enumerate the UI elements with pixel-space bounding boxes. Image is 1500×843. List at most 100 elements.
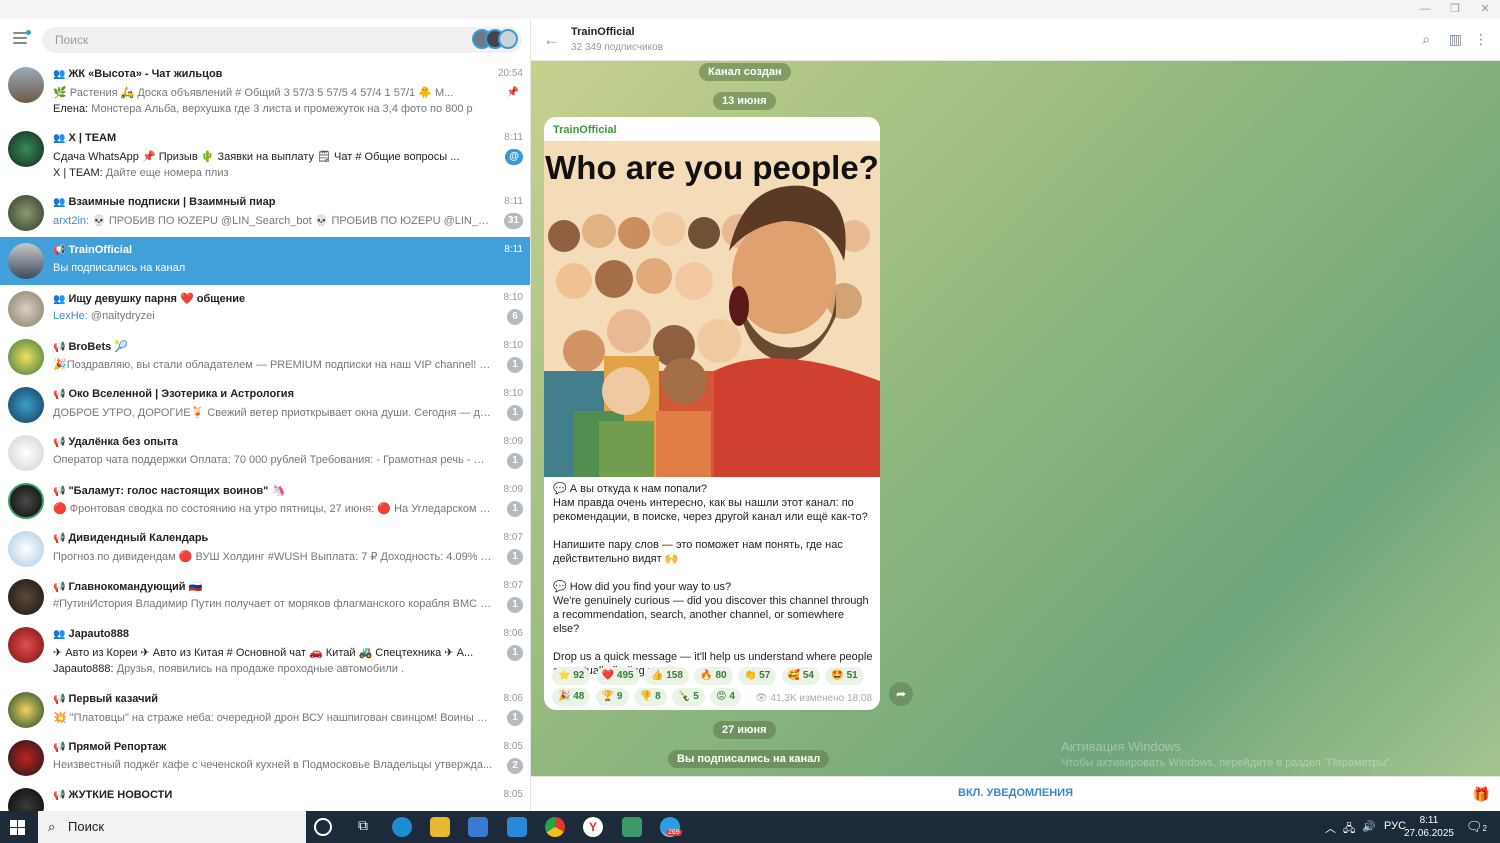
cortana-icon[interactable]: [314, 818, 332, 836]
yandex-browser-icon[interactable]: Y: [583, 817, 603, 837]
telegram-unread-badge: 269: [666, 829, 682, 836]
chat-name: 📢 Главнокомандующий 🇷🇺: [53, 581, 203, 593]
unread-badge: 1: [507, 597, 523, 613]
store-icon[interactable]: [468, 817, 488, 837]
unread-badge: 1: [507, 357, 523, 373]
channel-panel: ← TrainOfficial 32 349 подписчиков ⌕ ▥ ⋮…: [531, 19, 1500, 811]
notifications-icon[interactable]: 🗨2: [1466, 819, 1487, 835]
more-options-icon[interactable]: ⋮: [1474, 31, 1488, 48]
chat-list-topbar: Поиск: [0, 19, 530, 61]
reaction-chip[interactable]: 👏 57: [737, 667, 777, 685]
reaction-chip[interactable]: 🤩 51: [825, 667, 864, 685]
chat-preview: arxt2in: 💀 ПРОБИВ ПО ЮZEPU @LIN_Search_b…: [53, 215, 493, 227]
sidebar-toggle-icon[interactable]: ▥: [1449, 31, 1462, 48]
eye-icon: 👁: [755, 693, 768, 704]
network-icon[interactable]: 🖧: [1343, 820, 1355, 839]
reaction-chip[interactable]: 🔥 80: [694, 667, 733, 685]
edge-icon[interactable]: [392, 817, 412, 837]
avatar: [8, 243, 44, 279]
reaction-chip[interactable]: 🍾 5: [671, 688, 705, 706]
chat-list-panel: Поиск 👥 ЖК «Высота» - Чат жильцов 20:54 🌿…: [0, 19, 531, 811]
chat-list-item[interactable]: 📢 ЖУТКИЕ НОВОСТИ 8:05: [0, 782, 530, 811]
telegram-icon[interactable]: 269: [660, 817, 682, 837]
chat-name: 👥 Ищу девушку парня ❤️ общение: [53, 293, 246, 305]
tray-chevron-icon[interactable]: ︿: [1325, 820, 1336, 836]
chat-time: 8:06: [503, 693, 523, 704]
post-paragraph: Напишите пару слов — это поможет нам пон…: [553, 539, 843, 565]
language-indicator[interactable]: РУС: [1384, 820, 1406, 832]
channel-post[interactable]: TrainOfficial Who are you people? 💬 А вы…: [544, 117, 880, 710]
chat-time: 20:54: [497, 68, 523, 79]
chat-list-item[interactable]: 📢 "Баламут: голос настоящих воинов" 🦄 8:0…: [0, 477, 530, 525]
chat-list-item[interactable]: 📢 Прямой Репортаж 8:05 Неизвестный поджёг…: [0, 734, 530, 782]
unread-badge: 31: [503, 213, 523, 229]
post-text: 💬 А вы откуда к нам попали? Нам правда о…: [553, 482, 873, 692]
chat-preview: Вы подписались на канал: [53, 262, 186, 274]
task-view-icon[interactable]: ⧉: [353, 817, 373, 837]
stories-row[interactable]: [472, 29, 518, 49]
chat-name: 📢 Дивидендный Календарь: [53, 532, 209, 544]
avatar: [8, 131, 44, 167]
reaction-chip[interactable]: 👍 158: [644, 667, 689, 685]
chat-list-item[interactable]: 📢 Удалёнка без опыта 8:09 Оператор чата п…: [0, 429, 530, 477]
chat-list-item[interactable]: 📢 Первый казачий 8:06 💥 "Платовцы" на стр…: [0, 686, 530, 734]
group-icon: 👥: [53, 197, 66, 208]
back-arrow-icon[interactable]: ←: [543, 30, 560, 50]
post-image[interactable]: Who are you people?: [544, 141, 880, 477]
maximize-icon[interactable]: ❐: [1440, 2, 1470, 17]
enable-notifications-button[interactable]: ВКЛ. УВЕДОМЛЕНИЯ: [531, 787, 1500, 799]
chrome-icon[interactable]: [545, 817, 565, 837]
chat-preview: Прогноз по дивидендам 🔴 ВУШ Холдинг #WUS…: [53, 551, 493, 563]
reaction-chip[interactable]: 🥰 54: [781, 667, 820, 685]
forward-icon[interactable]: ➦: [889, 682, 913, 706]
chat-time: 8:09: [503, 484, 523, 495]
taskbar-search-input[interactable]: ⌕ Поиск: [38, 811, 306, 843]
chat-list-item[interactable]: 👥 X | TEAM 8:11 Сдача WhatsApp 📌 Призыв 🌵…: [0, 125, 530, 187]
service-message: Вы подписались на канал: [668, 750, 830, 768]
reaction-chip[interactable]: 🏆 9: [595, 688, 629, 706]
system-clock[interactable]: 8:11 27.06.2025: [1404, 814, 1454, 840]
chat-topics: 🌿 Растения 🛵 Доска объявлений # Общий 3 …: [53, 87, 454, 99]
reaction-chip[interactable]: 🎉 48: [552, 688, 591, 706]
channel-icon: 📢: [53, 582, 66, 593]
reaction-chip[interactable]: ❤️ 495: [595, 667, 640, 685]
chat-preview: Неизвестный поджёг кафе с чеченской кухн…: [53, 759, 493, 771]
reaction-chip[interactable]: ⭐ 92: [552, 667, 591, 685]
channel-icon: 📢: [53, 342, 66, 353]
chat-list-item-selected[interactable]: 📢 TrainOfficial 8:11 Вы подписались на ка…: [0, 237, 530, 285]
minimize-icon[interactable]: —: [1410, 2, 1440, 17]
search-icon[interactable]: ⌕: [1422, 31, 1430, 48]
post-paragraph: 💬 How did you find your way to us? We're…: [553, 581, 869, 635]
chat-list-item[interactable]: 📢 BroBets 🎾 8:10 🎉Поздравляю, вы стали об…: [0, 333, 530, 381]
group-icon: 👥: [53, 69, 66, 80]
chat-list-item[interactable]: 👥 Japauto888 8:06 ✈ Авто из Кореи ✈ Авто …: [0, 621, 530, 683]
avatar: [8, 67, 44, 103]
gift-icon[interactable]: 🎁: [1473, 786, 1490, 803]
chat-list-item[interactable]: 👥 Взаимные подписки | Взаимный пиар 8:11 …: [0, 189, 530, 237]
reaction-chip[interactable]: 👎 8: [633, 688, 667, 706]
hamburger-menu-icon[interactable]: [13, 30, 31, 46]
message-area[interactable]: Канал создан 13 июня TrainOfficial Who a…: [531, 61, 1500, 776]
chat-list-item[interactable]: 👥 Ищу девушку парня ❤️ общение 8:10 LexHe…: [0, 285, 530, 333]
chat-list-item[interactable]: 👥 ЖК «Высота» - Чат жильцов 20:54 🌿 Расте…: [0, 61, 530, 123]
chat-list-item[interactable]: 📢 Око Вселенной | Эзотерика и Астрология …: [0, 381, 530, 429]
channel-title[interactable]: TrainOfficial: [571, 26, 635, 38]
chat-time: 8:10: [503, 388, 523, 399]
explorer-icon[interactable]: [430, 817, 450, 837]
avatar: [8, 579, 44, 615]
chat-list-item[interactable]: 📢 Главнокомандующий 🇷🇺 8:07 #ПутинИстория…: [0, 573, 530, 621]
channel-bottom-bar: ВКЛ. УВЕДОМЛЕНИЯ 🎁: [531, 776, 1500, 811]
chat-name: 👥 Взаимные подписки | Взаимный пиар: [53, 196, 276, 208]
search-input[interactable]: Поиск: [42, 27, 522, 53]
windows-start-icon[interactable]: [10, 820, 25, 835]
chat-list-item[interactable]: 📢 Дивидендный Календарь 8:07 Прогноз по д…: [0, 525, 530, 573]
story-avatar[interactable]: [498, 29, 518, 49]
volume-icon[interactable]: 🔊: [1362, 820, 1376, 833]
date-pill: 13 июня: [713, 92, 776, 110]
chat-time: 8:11: [504, 132, 523, 143]
reaction-chip[interactable]: 😡 4: [710, 688, 741, 706]
app-icon[interactable]: [622, 817, 642, 837]
mail-icon[interactable]: [507, 817, 527, 837]
chat-preview: Оператор чата поддержки Оплата: 70 000 р…: [53, 454, 493, 466]
close-icon[interactable]: ✕: [1470, 2, 1500, 17]
